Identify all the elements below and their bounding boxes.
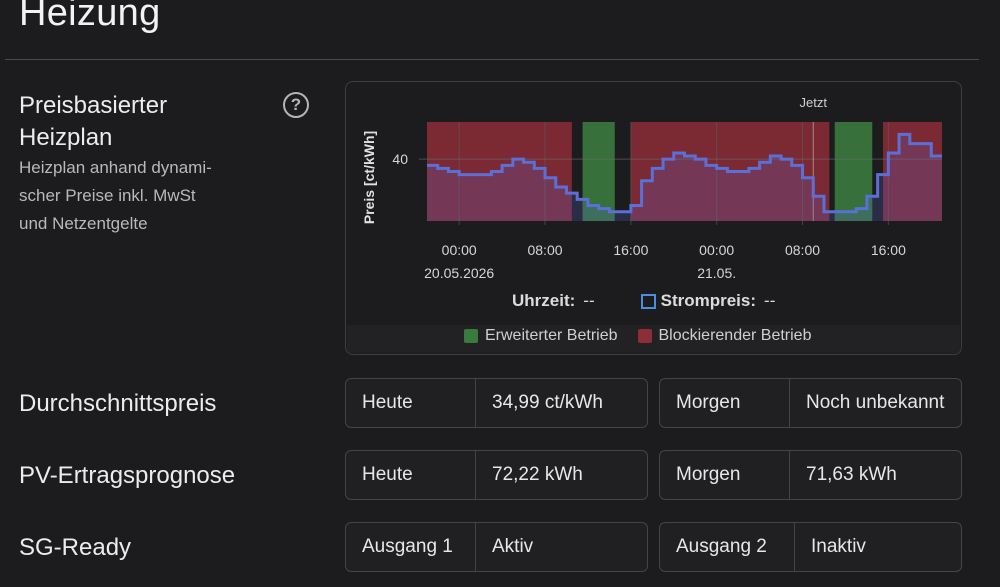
y-axis-label: Preis [ct/kWh] xyxy=(361,131,377,224)
legend-swatch-extended xyxy=(464,329,478,343)
legend-item-blocking[interactable]: Blockierender Betrieb xyxy=(637,327,812,345)
heating-plan-desc-line2: scher Preise inkl. MwSt xyxy=(19,186,196,205)
price-chart[interactable]: Jetzt 40 Preis [ct/kWh] 00:00 08:00 16:00 00:0… xyxy=(346,82,961,354)
sg-ready-output-2-key: Ausgang 2 xyxy=(660,523,795,571)
price-chart-panel[interactable]: Jetzt 40 Preis [ct/kWh] 00:00 08:00 16:00 00:0… xyxy=(345,81,962,355)
heating-plan-title-line1: Preisbasierter xyxy=(19,92,168,119)
pv-forecast-tomorrow: Morgen 71,63 kWh xyxy=(659,450,962,500)
sg-ready-label: SG-Ready xyxy=(19,534,132,561)
pv-forecast-tomorrow-key: Morgen xyxy=(660,451,790,499)
price-series-swatch xyxy=(640,293,656,309)
pv-forecast-label: PV-Ertragsprognose xyxy=(19,462,236,489)
average-price-today: Heute 34,99 ct/kWh xyxy=(345,378,648,428)
sg-ready-output-1: Ausgang 1 Aktiv xyxy=(345,522,648,572)
question-circle-icon[interactable]: ? xyxy=(283,92,309,118)
x-tick-label-2: 16:00 xyxy=(613,242,648,258)
heating-plan-desc-line3: und Netzentgelte xyxy=(19,214,148,233)
average-price-today-key: Heute xyxy=(346,379,476,427)
now-label: Jetzt xyxy=(800,95,828,110)
heating-plan-title-line2: Heizplan xyxy=(19,124,113,151)
y-tick-label-40: 40 xyxy=(392,151,408,167)
sg-ready-output-1-value: Aktiv xyxy=(492,536,534,557)
x-tick-label-4: 08:00 xyxy=(785,242,820,258)
pv-forecast-today-key: Heute xyxy=(346,451,476,499)
x-tick-label-0: 00:00 xyxy=(442,242,477,258)
average-price-label: Durchschnittspreis xyxy=(19,390,217,417)
sg-ready-output-2: Ausgang 2 Inaktiv xyxy=(659,522,962,572)
x-date-label-0: 20.05.2026 xyxy=(424,265,494,281)
divider xyxy=(5,59,979,60)
legend-label-blocking: Blockierender Betrieb xyxy=(658,327,812,344)
heating-plan-description: Heizplan anhand dynami- scher Preise ink… xyxy=(19,154,259,238)
legend-label-extended: Erweiterter Betrieb xyxy=(485,327,618,344)
time-label: Uhrzeit: xyxy=(512,291,576,310)
average-price-tomorrow-value: Noch unbekannt xyxy=(806,392,945,413)
price-label: Strompreis: xyxy=(660,291,757,310)
sg-ready-output-1-key: Ausgang 1 xyxy=(346,523,476,571)
legend-swatch-blocking xyxy=(637,329,652,343)
sg-ready-output-2-value: Inaktiv xyxy=(811,536,866,557)
average-price-tomorrow-key: Morgen xyxy=(660,379,790,427)
average-price-tomorrow: Morgen Noch unbekannt xyxy=(659,378,962,428)
legend-item-extended[interactable]: Erweiterter Betrieb xyxy=(464,327,618,345)
x-date-label-1: 21.05. xyxy=(697,265,736,281)
pv-forecast-today-value: 72,22 kWh xyxy=(492,464,583,485)
average-price-today-value: 34,99 ct/kWh xyxy=(492,392,603,413)
heating-plan-desc-line1: Heizplan anhand dynami- xyxy=(19,158,212,177)
x-tick-label-1: 08:00 xyxy=(527,242,562,258)
x-tick-label-3: 00:00 xyxy=(699,242,734,258)
heating-plan-title: Preisbasierter Heizplan xyxy=(19,90,167,154)
page-title: Heizung xyxy=(19,0,161,34)
x-tick-label-5: 16:00 xyxy=(871,242,906,258)
price-value: -- xyxy=(764,291,776,310)
chart-legend: Erweiterter Betrieb Blockierender Betrie… xyxy=(464,327,831,345)
pv-forecast-today: Heute 72,22 kWh xyxy=(345,450,648,500)
time-value: -- xyxy=(583,291,595,310)
pv-forecast-tomorrow-value: 71,63 kWh xyxy=(806,464,897,485)
chart-hover-info: Uhrzeit: -- Strompreis: -- xyxy=(512,291,775,311)
